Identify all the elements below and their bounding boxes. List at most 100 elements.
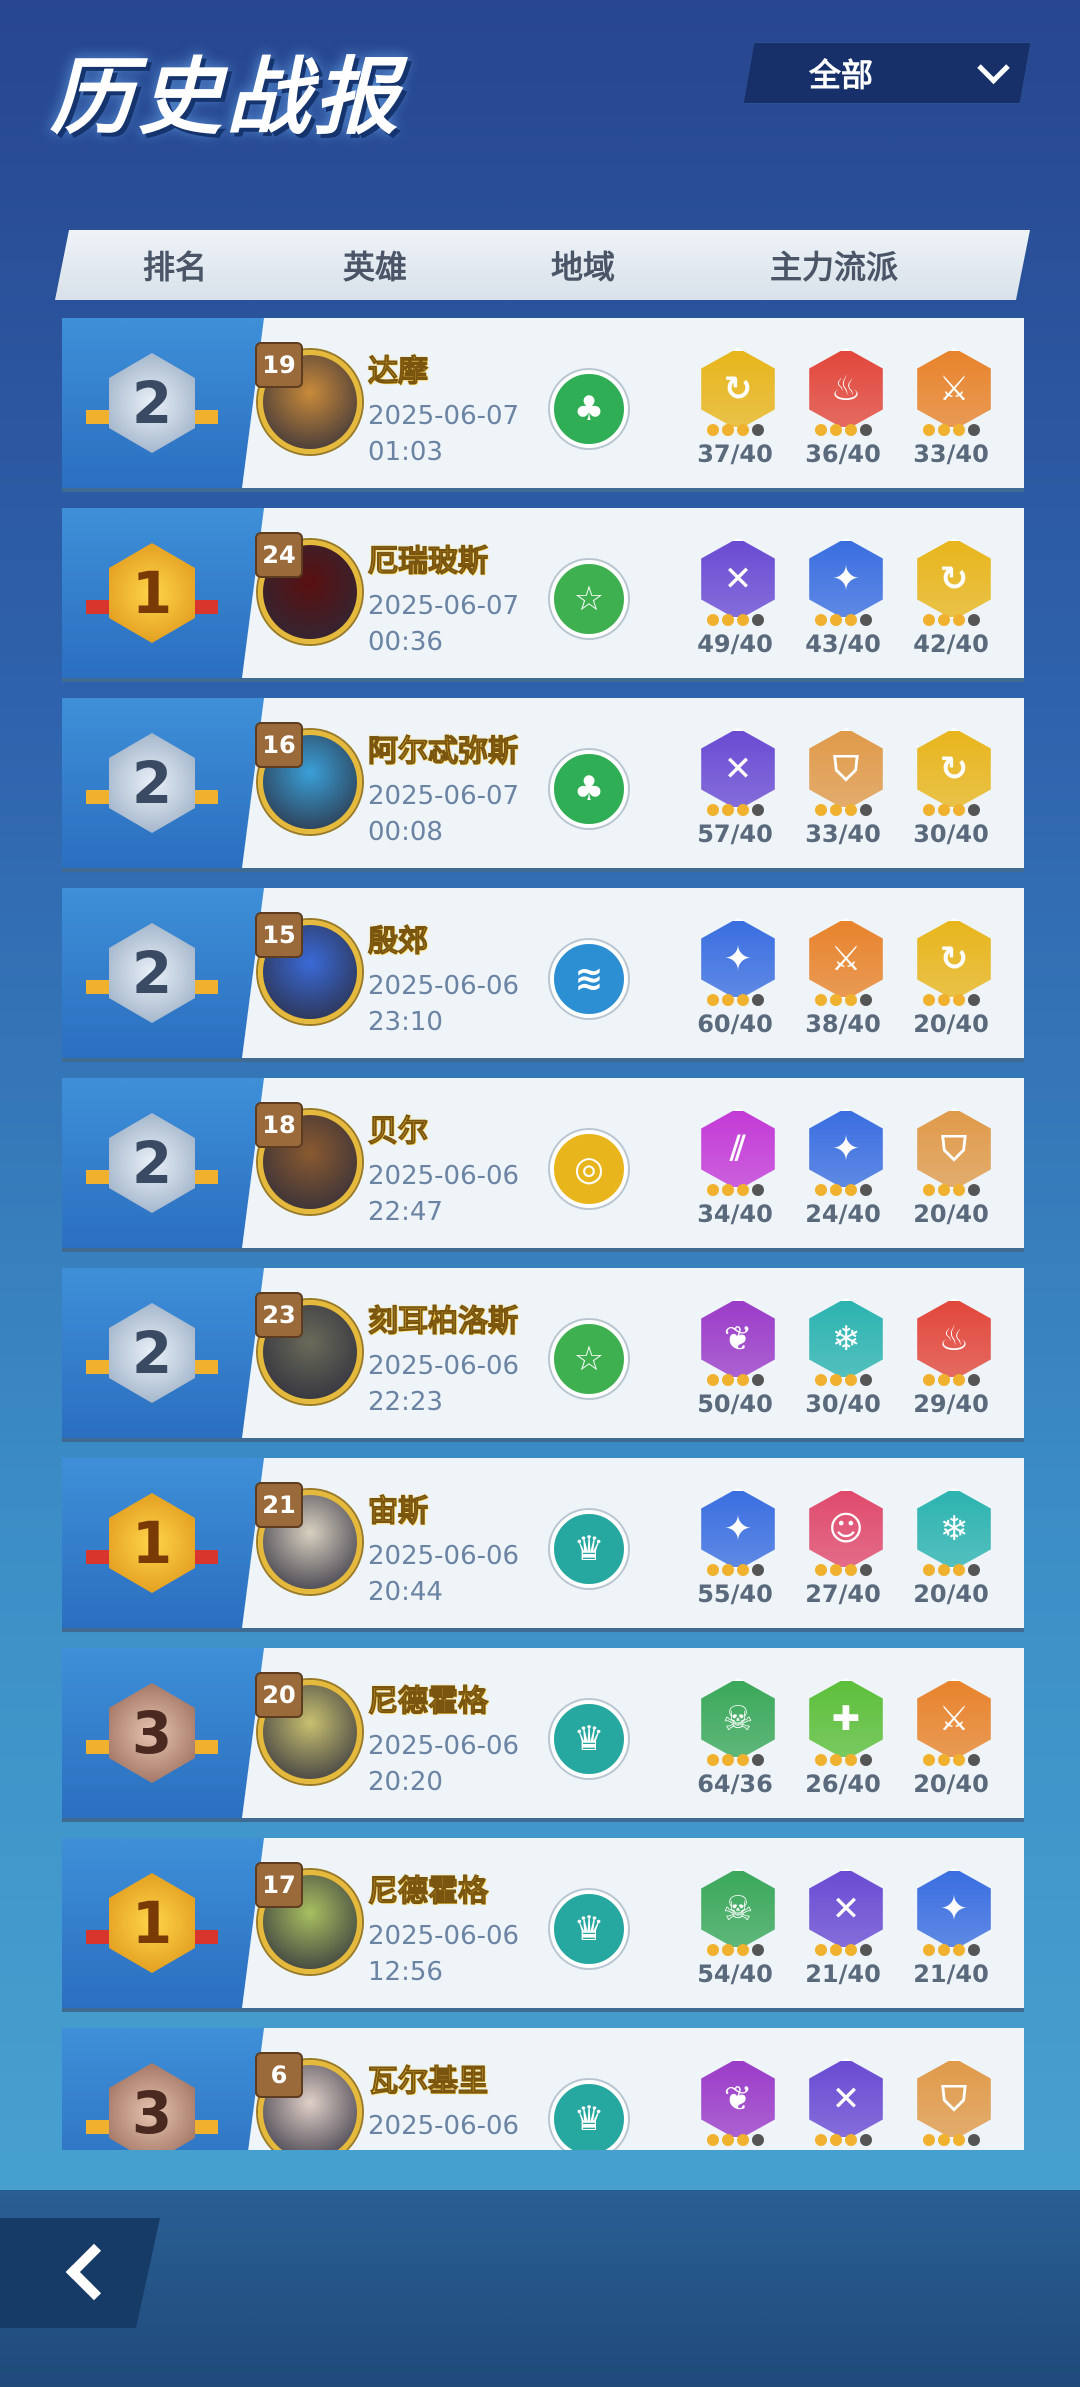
shield-icon: ⛉ [917, 2058, 991, 2140]
tier-dot [751, 1564, 764, 1576]
match-date: 2025-06-06 [368, 1731, 520, 1761]
tier-dot [706, 1754, 719, 1766]
trait-count: 42/40 [913, 630, 989, 658]
trait-count: 21/40 [913, 1960, 989, 1988]
tier-dot [859, 1754, 872, 1766]
trait-tier-dots [698, 614, 772, 626]
list-item[interactable]: 36瓦尔基里2025-06-0612:57♛❦✕⛉ [62, 2028, 1024, 2150]
tier-dot [922, 424, 935, 436]
hero-name: 尼德霍格 [368, 1676, 489, 1720]
match-datetime: 2025-06-06 22:23 [368, 1348, 519, 1420]
trait-tier-dots [914, 994, 988, 1006]
tier-dot [706, 424, 719, 436]
pentagram-icon: ☆ [550, 1320, 628, 1398]
tier-dot [859, 424, 872, 436]
hero-name: 殷郊 [368, 916, 429, 960]
tier-dot [736, 1564, 749, 1576]
tier-dot [814, 2134, 827, 2146]
sparkle-icon: ✦ [701, 918, 775, 1000]
cross-icon: ✚ [809, 1678, 883, 1760]
trait-count: 30/40 [913, 820, 989, 848]
match-date: 2025-06-07 [368, 781, 520, 811]
list-item[interactable]: 1 24 厄瑞玻斯 2025-06-07 00:36 ☆ ✕ 49/40 ✦ 43/40 ↻ 42/4… [62, 508, 1024, 682]
tier-dot [967, 1184, 980, 1196]
list-item[interactable]: 2 19 达摩 2025-06-07 01:03 ♣ ↻ 37/40 ♨ 36/40 ⚔ 33/40 [62, 318, 1024, 492]
trait-count: 34/40 [697, 1200, 773, 1228]
trait-tier-dots [698, 424, 772, 436]
match-datetime: 2025-06-06 22:47 [368, 1158, 519, 1230]
trait-count: 27/40 [805, 1580, 881, 1608]
tier-dot [736, 614, 749, 626]
list-item[interactable]: 2 16 阿尔忒弥斯 2025-06-07 00:08 ♣ ✕ 57/40 ⛉ 33/40 ↻ 30/… [62, 698, 1024, 872]
trait-count: 49/40 [697, 630, 773, 658]
tier-dot [706, 804, 719, 816]
tier-dot [814, 1944, 827, 1956]
match-time: 23:10 [368, 1007, 443, 1037]
tier-dot [937, 1374, 950, 1386]
tier-dot [706, 994, 719, 1006]
crown-icon: ♛ [550, 2080, 628, 2150]
arm-icon: ↻ [917, 918, 991, 1000]
tier-dot [937, 424, 950, 436]
match-date: 2025-06-06 [368, 2111, 520, 2141]
tier-dot [829, 1374, 842, 1386]
trait-tier-dots [806, 1374, 880, 1386]
tier-dot [829, 1944, 842, 1956]
tier-dot [814, 1184, 827, 1196]
tier-dot [922, 614, 935, 626]
tier-dot [751, 1944, 764, 1956]
tier-dot [922, 1944, 935, 1956]
list-item[interactable]: 3 20 尼德霍格 2025-06-06 20:20 ♛ ☠ 64/36 ✚ 26/40 ⚔ 20/4… [62, 1648, 1024, 1822]
trait-tier-dots [914, 1944, 988, 1956]
shield-icon: ⛉ [917, 1108, 991, 1190]
trait-tier-dots [914, 804, 988, 816]
crossed-swords-icon: ✕ [809, 2058, 883, 2140]
tier-dot [829, 1754, 842, 1766]
trait-tier-dots [698, 1754, 772, 1766]
tier-dot [952, 994, 965, 1006]
trait-tier-dots [914, 424, 988, 436]
hero-level-badge: 18 [255, 1102, 303, 1148]
trait-count: 57/40 [697, 820, 773, 848]
tier-dot [706, 2134, 719, 2146]
tier-dot [844, 424, 857, 436]
tier-dot [844, 1754, 857, 1766]
hero-level-badge: 23 [255, 1292, 303, 1338]
hero-level-badge: 16 [255, 722, 303, 768]
trait-count: 20/40 [913, 1200, 989, 1228]
list-item[interactable]: 2 23 刻耳柏洛斯 2025-06-06 22:23 ☆ ❦ 50/40 ❄ 30/40 ♨ 29/… [62, 1268, 1024, 1442]
leaf-icon: ❦ [701, 2058, 775, 2140]
trait-tier-dots [806, 1564, 880, 1576]
match-time: 00:36 [368, 627, 443, 657]
back-button[interactable] [0, 2218, 160, 2328]
list-item[interactable]: 1 17 尼德霍格 2025-06-06 12:56 ♛ ☠ 54/40 ✕ 21/40 ✦ 21/4… [62, 1838, 1024, 2012]
battle-history-list[interactable]: 2 19 达摩 2025-06-07 01:03 ♣ ↻ 37/40 ♨ 36/40 ⚔ 33/40 1… [62, 318, 1024, 2150]
tier-dot [814, 424, 827, 436]
poison-icon: ☠ [701, 1678, 775, 1760]
filter-dropdown[interactable]: 全部 [742, 42, 1032, 104]
list-item[interactable]: 1 21 宙斯 2025-06-06 20:44 ♛ ✦ 55/40 ☺ 27/40 ❄ 20/40 [62, 1458, 1024, 1632]
match-datetime: 2025-06-06 23:10 [368, 968, 519, 1040]
trait-tier-dots [698, 804, 772, 816]
hero-name: 厄瑞玻斯 [368, 536, 489, 580]
header-hero: 英雄 [343, 248, 408, 286]
tier-dot [967, 994, 980, 1006]
tier-dot [859, 1564, 872, 1576]
tier-dot [967, 804, 980, 816]
list-item[interactable]: 2 18 贝尔 2025-06-06 22:47 ◎ ⫽ 34/40 ✦ 24/40 ⛉ 20/40 [62, 1078, 1024, 1252]
tier-dot [721, 1754, 734, 1766]
trait-tier-dots [698, 1564, 772, 1576]
list-item[interactable]: 2 15 殷郊 2025-06-06 23:10 ≋ ✦ 60/40 ⚔ 38/40 ↻ 20/40 [62, 888, 1024, 1062]
tier-dot [967, 614, 980, 626]
pentagram-icon: ☆ [550, 560, 628, 638]
tier-dot [952, 1754, 965, 1766]
tier-dot [937, 2134, 950, 2146]
tier-dot [751, 614, 764, 626]
tier-dot [967, 1754, 980, 1766]
tier-dot [952, 424, 965, 436]
crown-icon: ♛ [550, 1510, 628, 1588]
match-time: 00:08 [368, 817, 443, 847]
hero-name: 尼德霍格 [368, 1866, 489, 1910]
hero-name: 刻耳柏洛斯 [368, 1296, 519, 1340]
tier-dot [814, 1754, 827, 1766]
